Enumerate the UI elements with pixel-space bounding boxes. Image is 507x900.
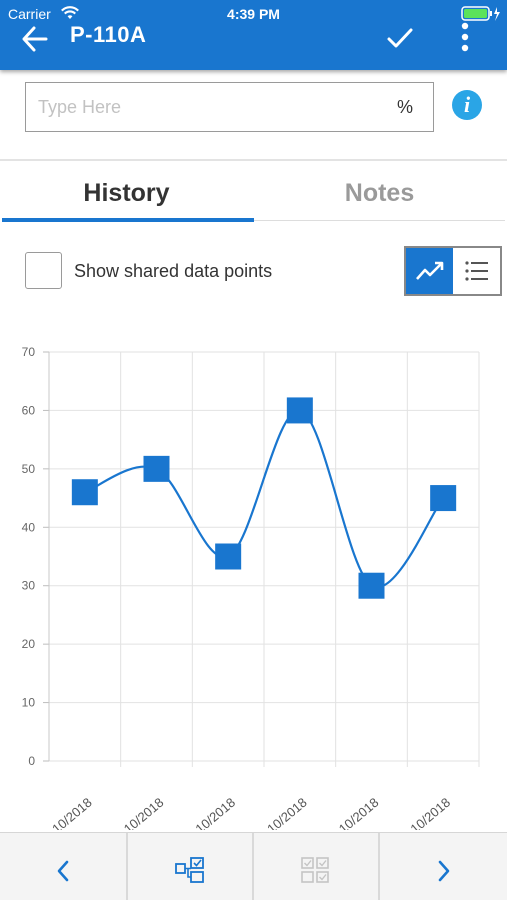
screen: Carrier 4:39 PM P-110A Type Here % i His… [0, 0, 507, 900]
value-input[interactable] [38, 83, 378, 131]
y-tick-label: 50 [22, 462, 36, 476]
data-point-marker [143, 455, 170, 482]
checklist-grid-icon [301, 857, 329, 883]
y-tick-label: 0 [28, 754, 35, 768]
y-tick-label: 10 [22, 696, 36, 710]
active-tab-indicator [2, 218, 254, 222]
back-button[interactable] [18, 22, 52, 56]
x-tick-label: 10/2018 [192, 795, 238, 830]
x-tick-label: 10/2018 [49, 795, 95, 830]
y-tick-label: 40 [22, 520, 36, 534]
list-view-button[interactable] [455, 248, 500, 294]
chart-view-button[interactable] [406, 248, 453, 294]
show-shared-label: Show shared data points [74, 261, 273, 281]
history-chart-svg: 0 10 20 30 40 50 60 70 10/2018 10/2018 10/2018 10/2… [22, 345, 480, 830]
x-tick-label: 10/2018 [407, 795, 453, 830]
nav-bar: P-110A [0, 18, 507, 64]
toolbar-separator [378, 833, 380, 900]
y-tick-label: 30 [22, 579, 36, 593]
arrow-left-icon [22, 26, 48, 52]
bottom-toolbar [0, 832, 507, 900]
view-toggle [404, 246, 502, 296]
linked-checklist-icon [175, 857, 204, 883]
unit-label: % [396, 97, 413, 117]
history-chart: 0 10 20 30 40 50 60 70 10/2018 10/2018 10/2018 10/2… [0, 330, 507, 830]
page-title: P-110A [70, 22, 147, 47]
previous-button[interactable] [0, 833, 126, 900]
list-icon [465, 261, 488, 281]
data-point-marker [286, 397, 313, 424]
data-point-marker [215, 543, 242, 570]
data-point-marker [71, 479, 98, 506]
y-tick-label: 60 [22, 403, 36, 417]
tab-baseline [254, 220, 505, 221]
chevron-left-icon [57, 860, 69, 882]
x-tick-label: 10/2018 [121, 795, 167, 830]
app-header: Carrier 4:39 PM P-110A [0, 0, 507, 70]
vertical-ellipsis-icon [461, 22, 469, 52]
data-point-marker [358, 572, 385, 599]
info-icon[interactable]: i [452, 90, 482, 120]
data-point-marker [430, 485, 457, 512]
more-options-button[interactable] [452, 18, 478, 58]
value-input-box: % [25, 82, 434, 132]
confirm-button[interactable] [384, 22, 416, 54]
tab-bar: History Notes [0, 161, 507, 223]
x-tick-label: 10/2018 [264, 795, 310, 830]
y-tick-label: 20 [22, 637, 36, 651]
checklist-button[interactable] [254, 833, 380, 900]
trend-chart-icon [416, 261, 444, 280]
next-button[interactable] [381, 833, 507, 900]
x-tick-label: 10/2018 [336, 795, 382, 830]
tab-history[interactable]: History [0, 161, 253, 223]
value-input-row: % i [0, 70, 507, 160]
show-shared-checkbox[interactable] [25, 252, 62, 289]
y-tick-label: 70 [22, 345, 36, 359]
link-checklist-button[interactable] [128, 833, 254, 900]
chevron-right-icon [438, 860, 450, 882]
checkmark-icon [387, 28, 413, 48]
tab-notes[interactable]: Notes [253, 161, 506, 223]
